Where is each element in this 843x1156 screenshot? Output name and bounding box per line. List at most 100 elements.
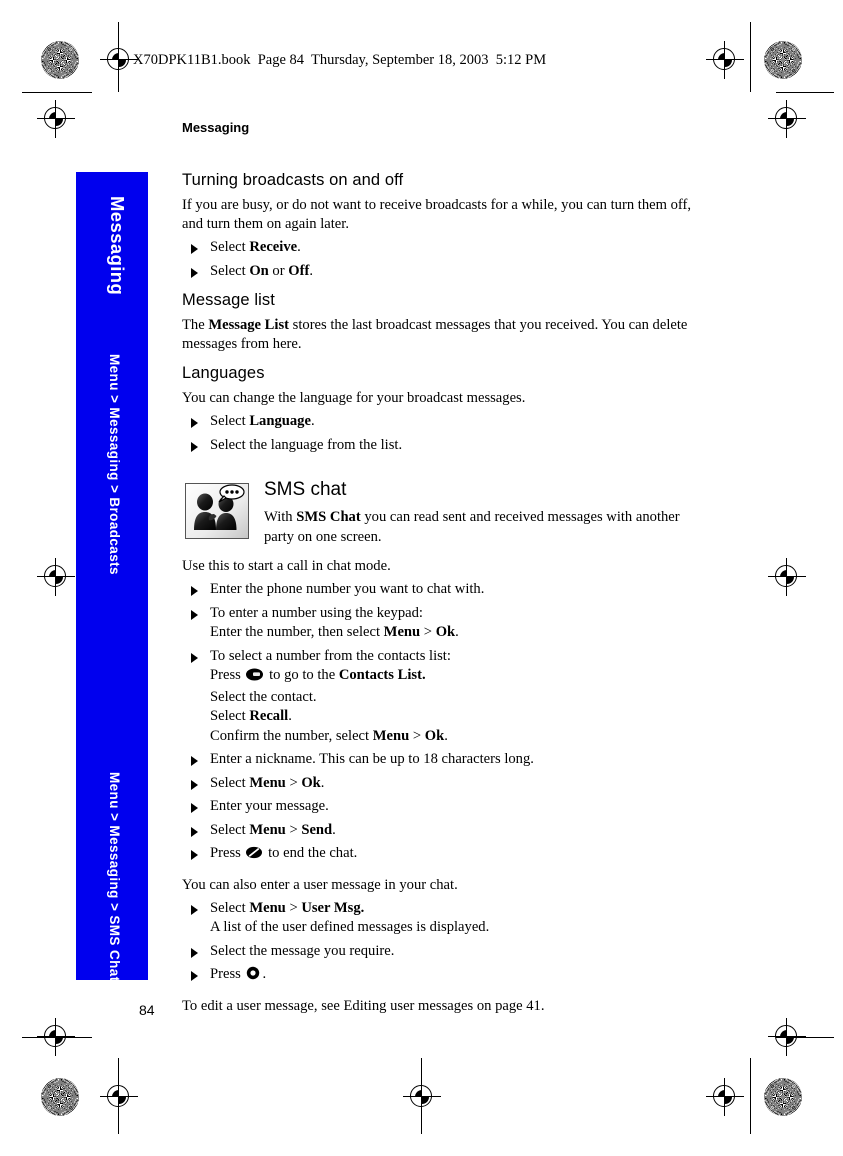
sub-pre: Select [210,708,250,724]
list-item: Select On or Off. [182,262,694,282]
chapter-side-tab: Messaging Menu > Messaging > Broadcasts … [76,172,148,982]
sub-pre: Select [210,899,250,916]
menu-keyword: Menu [249,774,286,791]
page-content: Messaging Turning broadcasts on and off … [182,120,694,1026]
paragraph-pre: The [182,317,209,333]
steps-sms-chat: Enter the phone number you want to chat … [182,580,694,866]
trim-line-horizontal-top-right [776,92,834,93]
step-text-prefix: Select [210,413,250,429]
menu-keyword: Menu [372,727,410,744]
step-text-mid: or [268,262,289,279]
trim-line-vertical-right [750,22,751,92]
sub-end: . [332,821,336,838]
step-text-bold: Receive [249,239,298,255]
sub-end: . [444,727,448,744]
ok-keyword: Ok [435,624,456,640]
heading-message-list: Message list [182,291,275,309]
list-item: Press to end the chat. [182,844,694,866]
list-item: Press . [182,965,694,987]
steps-broadcasts: Select Receive. Select On or Off. [182,238,694,281]
registration-mark-left-upper [37,100,75,138]
press-pre: Press [210,966,245,982]
list-item: Enter the phone number you want to chat … [182,580,694,600]
page-number: 84 [139,1002,155,1018]
step-contacts-line4: Select Recall. [210,707,694,727]
density-rosette-top-right [764,41,802,79]
end-call-key-icon [246,846,263,866]
list-item: Select the language from the list. [182,436,694,456]
paragraph-languages-intro: You can change the language for your bro… [182,390,526,406]
list-item: Enter a nickname. This can be up to 18 c… [182,750,694,770]
list-item: Select Menu > User Msg. A list of the us… [182,899,694,938]
heading-sms-chat: SMS chat [264,479,347,500]
press-pre: Press [210,667,245,683]
press-pre: Press [210,845,245,861]
list-item: Select Receive. [182,238,694,258]
step-text-bold-on: On [249,262,269,279]
press-post: . [262,966,267,982]
step-user-msg-sub: A list of the user defined messages is d… [210,919,490,935]
list-item: Select Menu > Ok. [182,774,694,794]
step-text-bold-off: Off [288,262,310,279]
sub-pre: Enter the number, then select [210,624,384,640]
menu-keyword: Menu [383,624,421,640]
intro-pre: With [264,509,297,525]
user-msg-keyword: User Msg. [301,899,365,916]
trim-line-horizontal-bottom-right [776,1037,834,1038]
menu-keyword: Menu [249,821,286,838]
side-tab-path-sms-chat: Menu > Messaging > SMS Chat [107,772,122,982]
intro-bold-sms-chat: SMS Chat [296,509,361,525]
list-item: Select Menu > Send. [182,821,694,841]
registration-mark-bottom-center [403,1078,441,1116]
sep: > [409,727,425,744]
heading-languages: Languages [182,364,265,382]
sep: > [285,899,302,916]
density-rosette-bottom-right [764,1078,802,1116]
paragraph-sms-chat-intro: With SMS Chat you can read sent and rece… [264,508,694,547]
step-contacts-line2: Press to go to the Contacts List. [210,666,694,688]
paragraph-bold-message-list: Message List [208,317,290,333]
sms-chat-block: SMS chat With SMS Chat you can read sent… [182,479,694,549]
step-enter-phone-number: Enter the phone number you want to chat … [210,581,485,597]
running-head: Messaging [182,120,250,135]
send-keyword: Send [301,821,333,838]
trim-line-horizontal-bottom-left [22,1037,92,1038]
contacts-list-keyword: Contacts List. [338,667,426,683]
select-key-icon [246,966,260,987]
step-contacts-line5: Confirm the number, select Menu > Ok. [210,727,694,747]
recall-keyword: Recall [249,708,289,724]
trim-line-vertical-bottom-right [750,1058,751,1134]
sub-pre: Select [210,774,250,791]
density-rosette-top-left [41,41,79,79]
step-text-suffix: . [297,239,301,255]
paragraph-message-list: The Message List stores the last broadca… [182,316,694,354]
press-post: to end the chat. [264,845,358,861]
step-text-suffix: . [310,413,315,429]
sms-chat-icon [185,483,249,539]
press-mid: to go to the [265,667,339,683]
sub-end: . [288,708,292,724]
paragraph-user-message: You can also enter a user message in you… [182,876,458,893]
step-text-bold: Language [249,413,311,429]
registration-mark-right-upper [768,100,806,138]
step-text-prefix: Select [210,262,250,279]
list-item: Enter your message. [182,797,694,817]
steps-user-message: Select Menu > User Msg. A list of the us… [182,899,694,987]
trim-line-horizontal-top-left [22,92,92,93]
list-item: Select Language. [182,412,694,432]
sep: > [285,821,302,838]
book-header-line: X70DPK11B1.book Page 84 Thursday, Septem… [133,52,547,68]
steps-languages: Select Language. Select the language fro… [182,412,694,455]
heading-turning-broadcasts: Turning broadcasts on and off [182,171,404,189]
list-item: To enter a number using the keypad: Ente… [182,604,694,643]
paragraph-closing-reference: To edit a user message, see Editing user… [182,997,545,1014]
step-text-suffix: . [309,262,313,279]
list-item: To select a number from the contacts lis… [182,647,694,747]
step-text-prefix: Select [210,239,250,255]
step-text-prefix: Select the language from the list. [210,436,403,453]
step-enter-message: Enter your message. [210,798,329,814]
registration-mark-top-right [706,41,744,79]
registration-mark-bottom-right [706,1078,744,1116]
paragraph-broadcasts-intro: If you are busy, or do not want to recei… [182,197,691,232]
sub-end: . [320,774,325,791]
